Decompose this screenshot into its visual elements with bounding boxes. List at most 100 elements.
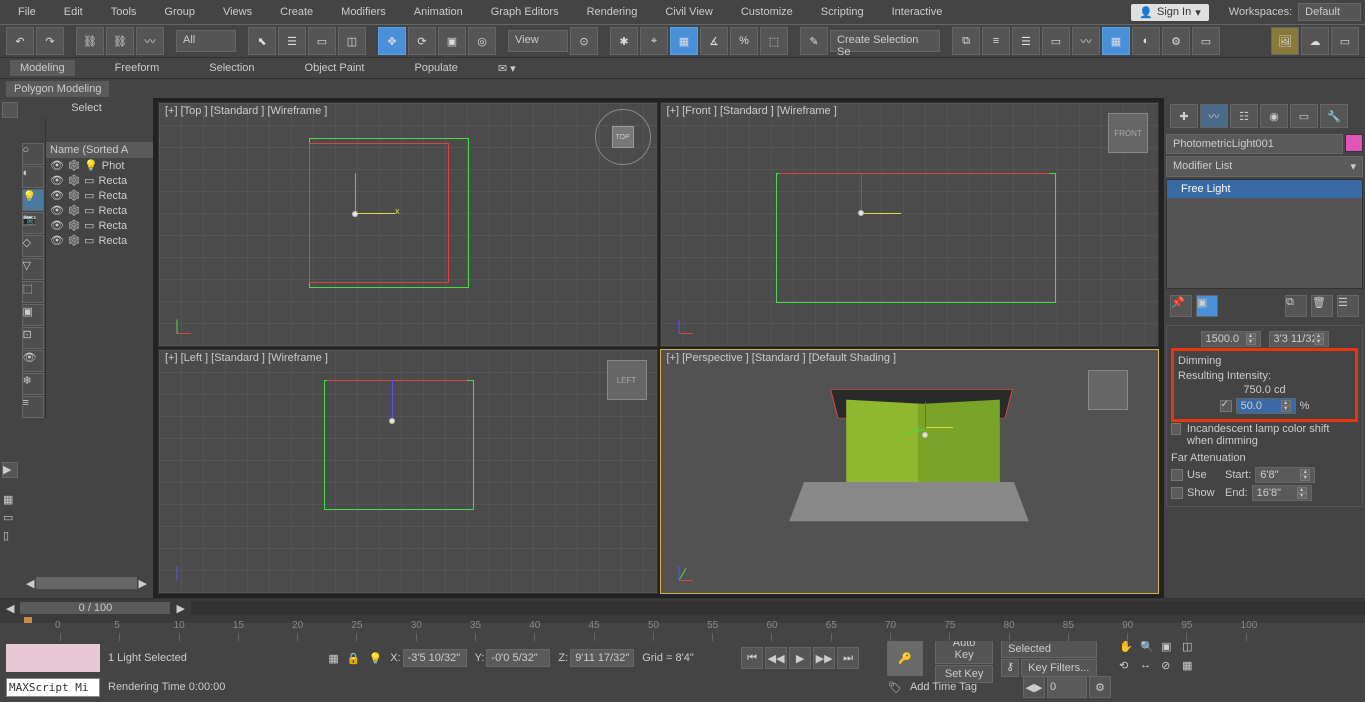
bind-button[interactable]: 〰 bbox=[136, 27, 164, 55]
layout-2[interactable]: ▭ bbox=[2, 510, 18, 526]
menu-create[interactable]: Create bbox=[266, 2, 327, 22]
mail-icon[interactable]: ✉ ▾ bbox=[498, 62, 516, 75]
use-checkbox[interactable] bbox=[1171, 469, 1183, 481]
rect-select-button[interactable]: ▭ bbox=[308, 27, 336, 55]
start-spinner[interactable]: ▴▾ bbox=[1255, 467, 1315, 483]
sub-polygon-modeling[interactable]: Polygon Modeling bbox=[6, 81, 109, 97]
mirror-button[interactable]: ⧉ bbox=[952, 27, 980, 55]
object-name-input[interactable] bbox=[1166, 134, 1343, 154]
scene-column-header[interactable]: Name (Sorted A bbox=[46, 142, 153, 158]
next-frame-button[interactable]: ▶▶ bbox=[813, 647, 835, 669]
viewport-label[interactable]: [+] [Front ] [Standard ] [Wireframe ] bbox=[667, 105, 837, 117]
make-unique[interactable]: ⧉ bbox=[1285, 295, 1307, 317]
asnap-button[interactable]: ∡ bbox=[700, 27, 728, 55]
frame-counter[interactable]: 0 / 100 bbox=[20, 602, 170, 614]
viewport-label[interactable]: [+] [Perspective ] [Standard ] [Default … bbox=[667, 352, 897, 364]
lock2-icon[interactable]: 🔒 bbox=[347, 652, 361, 665]
modify-tab[interactable]: 〰 bbox=[1200, 104, 1228, 128]
maxscript-input[interactable] bbox=[6, 678, 100, 697]
filter-frozen[interactable]: ❄ bbox=[22, 373, 44, 395]
fov-button[interactable]: ◫ bbox=[1182, 640, 1202, 658]
x-input[interactable] bbox=[403, 649, 467, 667]
viewport-top[interactable]: [+] [Top ] [Standard ] [Wireframe ] x TO… bbox=[158, 102, 658, 347]
menu-customize[interactable]: Customize bbox=[727, 2, 807, 22]
configure-sets[interactable]: ☰ bbox=[1337, 295, 1359, 317]
zoom-ext-button[interactable]: ▣ bbox=[1161, 640, 1181, 658]
placement-button[interactable]: ◎ bbox=[468, 27, 496, 55]
list-item[interactable]: 👁 ❄ ▭Recta bbox=[46, 233, 153, 248]
menu-scripting[interactable]: Scripting bbox=[807, 2, 878, 22]
viewport-left[interactable]: [+] [Left ] [Standard ] [Wireframe ] LEF… bbox=[158, 349, 658, 594]
curve-editor-button[interactable]: 〰 bbox=[1072, 27, 1100, 55]
rotate-button[interactable]: ⟳ bbox=[408, 27, 436, 55]
list-item[interactable]: 👁 ❄ ▭Recta bbox=[46, 203, 153, 218]
mini-listener-output[interactable] bbox=[6, 644, 100, 672]
viewcube[interactable]: LEFT bbox=[607, 360, 647, 400]
render-frame-button[interactable]: ▭ bbox=[1192, 27, 1220, 55]
window-cross-button[interactable]: ◫ bbox=[338, 27, 366, 55]
stack-item-free-light[interactable]: Free Light bbox=[1167, 180, 1362, 198]
filter-select[interactable]: All bbox=[176, 30, 236, 52]
display-tab[interactable]: ▭ bbox=[1290, 104, 1318, 128]
end-spinner[interactable]: ▴▾ bbox=[1252, 485, 1312, 501]
filter-geom[interactable]: ○ bbox=[22, 143, 44, 165]
viewport-label[interactable]: [+] [Top ] [Standard ] [Wireframe ] bbox=[165, 105, 327, 117]
ribbon-modeling[interactable]: Modeling bbox=[10, 60, 75, 76]
ribbon-populate[interactable]: Populate bbox=[404, 60, 467, 76]
filter-light[interactable]: 💡 bbox=[22, 189, 44, 211]
lock-icon[interactable]: ▦ bbox=[328, 652, 338, 665]
snap-button[interactable]: ▦ bbox=[670, 27, 698, 55]
prev-frame-button[interactable]: ◀◀ bbox=[765, 647, 787, 669]
link-button[interactable]: ⛓ bbox=[76, 27, 104, 55]
toggle-ribbon-button[interactable]: ▭ bbox=[1042, 27, 1070, 55]
zoom-button[interactable]: 🔍 bbox=[1140, 640, 1160, 658]
menu-civilview[interactable]: Civil View bbox=[651, 2, 726, 22]
setkey-button[interactable]: Set Key bbox=[935, 665, 993, 683]
keymode-select[interactable]: Selected bbox=[1001, 640, 1097, 658]
viewport-front[interactable]: [+] [Front ] [Standard ] [Wireframe ] FR… bbox=[660, 102, 1160, 347]
filter-shape[interactable]: ◐ bbox=[22, 166, 44, 188]
pivot-button[interactable]: ⊙ bbox=[570, 27, 598, 55]
tag-icon[interactable]: 🏷 bbox=[888, 681, 902, 694]
menu-group[interactable]: Group bbox=[150, 2, 209, 22]
keymode-btn[interactable]: ◀▶ bbox=[1023, 676, 1045, 698]
filter-space[interactable]: ▽ bbox=[22, 258, 44, 280]
unlink-button[interactable]: ⛓ bbox=[106, 27, 134, 55]
ribbon-selection[interactable]: Selection bbox=[199, 60, 264, 76]
dolly-button[interactable]: ↔ bbox=[1140, 659, 1160, 677]
viewcube[interactable]: FRONT bbox=[1108, 113, 1148, 153]
filter-bone[interactable]: ⬚ bbox=[22, 281, 44, 303]
incandescent-checkbox[interactable] bbox=[1171, 423, 1181, 435]
menu-interactive[interactable]: Interactive bbox=[878, 2, 957, 22]
scroll-right-icon[interactable]: ▶ bbox=[139, 577, 147, 590]
undo-button[interactable]: ↶ bbox=[6, 27, 34, 55]
list-item[interactable]: 👁 ❄ ▭Recta bbox=[46, 218, 153, 233]
hierarchy-tab[interactable]: ☷ bbox=[1230, 104, 1258, 128]
time-config-button[interactable]: ⚙ bbox=[1089, 676, 1111, 698]
dimming-checkbox[interactable] bbox=[1220, 400, 1232, 412]
utilities-tab[interactable]: 🔧 bbox=[1320, 104, 1348, 128]
menu-modifiers[interactable]: Modifiers bbox=[327, 2, 400, 22]
move-button[interactable]: ✥ bbox=[378, 27, 406, 55]
psnap-button[interactable]: % bbox=[730, 27, 758, 55]
add-time-tag[interactable]: Add Time Tag bbox=[910, 681, 977, 693]
viewport-label[interactable]: [+] [Left ] [Standard ] [Wireframe ] bbox=[165, 352, 328, 364]
goto-end-button[interactable]: ⏭ bbox=[837, 647, 859, 669]
layout-3[interactable]: ▯ bbox=[2, 528, 18, 544]
remove-mod[interactable]: 🗑 bbox=[1311, 295, 1333, 317]
menu-grapheditors[interactable]: Graph Editors bbox=[477, 2, 573, 22]
filter-cam[interactable]: 📷 bbox=[22, 212, 44, 234]
ribbon-freeform[interactable]: Freeform bbox=[105, 60, 170, 76]
isolate-icon[interactable]: 💡 bbox=[369, 652, 383, 665]
show-end-result[interactable]: ▣ bbox=[1196, 295, 1218, 317]
scale-button[interactable]: ▣ bbox=[438, 27, 466, 55]
motion-tab[interactable]: ◉ bbox=[1260, 104, 1288, 128]
list-item[interactable]: 👁 ❄ ▭Recta bbox=[46, 188, 153, 203]
modifier-stack[interactable]: Free Light bbox=[1166, 179, 1363, 289]
spinner-snap-button[interactable]: ⬚ bbox=[760, 27, 788, 55]
layout-1[interactable]: ▦ bbox=[2, 492, 18, 508]
schematic-button[interactable]: ▦ bbox=[1102, 27, 1130, 55]
pin-stack[interactable]: 📌 bbox=[1170, 295, 1192, 317]
menu-animation[interactable]: Animation bbox=[400, 2, 477, 22]
viewcube[interactable]: TOP bbox=[595, 109, 651, 165]
